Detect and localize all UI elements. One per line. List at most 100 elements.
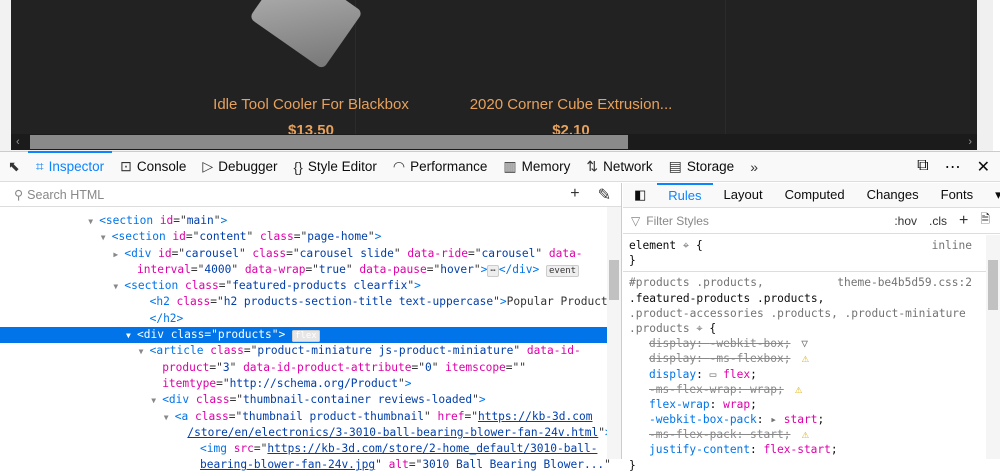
property-value[interactable]: -ms-flexbox: [710, 352, 784, 365]
product-title[interactable]: 2020 Corner Cube Extrusion...: [441, 96, 701, 113]
link-value[interactable]: https://kb-3d.com: [478, 410, 593, 423]
tree-scrollbar[interactable]: [607, 207, 621, 459]
property-value[interactable]: wrap: [750, 383, 777, 396]
tree-node[interactable]: ▼ <section id="main">: [0, 213, 607, 229]
expand-arrow-icon[interactable]: ▸: [770, 413, 783, 426]
property-value[interactable]: wrap: [723, 398, 750, 411]
vertical-scrollbar[interactable]: [977, 0, 993, 150]
eyedropper-icon[interactable]: ✎: [598, 185, 611, 205]
expanded-arrow-icon[interactable]: ▼: [88, 214, 99, 230]
tab-layout[interactable]: Layout: [713, 183, 774, 207]
tree-node[interactable]: ▼ <div class="thumbnail-container reviews…: [0, 392, 607, 408]
tree-node[interactable]: ▶ <div id="carousel" class="carousel slid…: [0, 246, 607, 262]
property-name[interactable]: -webkit-box-pack: [649, 413, 757, 426]
tree-node[interactable]: bearing-blower-fan-24v.jpg" alt="3010 Ba…: [0, 457, 611, 473]
add-rule-icon[interactable]: +: [959, 212, 968, 230]
property-name[interactable]: display: [649, 368, 696, 381]
expanded-arrow-icon[interactable]: ▼: [164, 410, 175, 426]
tab-style-editor[interactable]: {} Style Editor: [286, 152, 385, 182]
highlight-icon[interactable]: ⌖: [696, 322, 702, 335]
expanded-arrow-icon[interactable]: ▼: [126, 328, 137, 344]
tree-node[interactable]: interval="4000" data-wrap="true" data-pa…: [0, 262, 607, 278]
property-value[interactable]: start: [750, 428, 784, 441]
expanded-arrow-icon[interactable]: ▼: [101, 230, 112, 246]
filter-styles-input[interactable]: Filter Styles: [646, 214, 709, 228]
scrollbar-thumb[interactable]: [609, 260, 619, 300]
element-picker-button[interactable]: ⬉: [0, 152, 28, 182]
search-html-input[interactable]: Search HTML: [27, 188, 104, 202]
scrollbar-thumb[interactable]: [988, 260, 998, 310]
property-value[interactable]: flex-start: [764, 443, 831, 456]
tree-node[interactable]: /store/en/electronics/3-3010-ball-bearin…: [0, 425, 611, 441]
css-declaration[interactable]: flex-wrap: wrap;: [629, 397, 1000, 412]
toggle-pane-icon[interactable]: ◧: [623, 183, 657, 207]
link-value[interactable]: bearing-blower-fan-24v.jpg: [200, 458, 375, 471]
css-declaration[interactable]: -ms-flex-wrap: wrap; ⚠: [629, 382, 1000, 397]
highlight-icon[interactable]: ⌖: [683, 239, 689, 252]
collapsed-arrow-icon[interactable]: ▶: [113, 247, 124, 263]
scroll-right-icon[interactable]: ›: [968, 134, 972, 150]
chevron-down-icon[interactable]: ▾: [984, 183, 1000, 207]
tab-performance[interactable]: ◠ Performance: [385, 152, 496, 182]
cls-button[interactable]: .cls: [929, 214, 947, 228]
tab-inspector[interactable]: ⌗ Inspector: [27, 150, 113, 182]
css-declaration[interactable]: -ms-flex-pack: start; ⚠: [629, 427, 1000, 442]
badge-ellipsis[interactable]: ⋯: [487, 264, 499, 277]
property-name[interactable]: flex-wrap: [649, 398, 710, 411]
property-value[interactable]: start: [784, 413, 818, 426]
more-tabs-button[interactable]: »: [742, 152, 766, 182]
tree-node[interactable]: ▼ <section class="featured-products clear…: [0, 278, 607, 294]
link-value[interactable]: /store/en/electronics/3-3010-ball-bearin…: [187, 426, 598, 439]
tree-node[interactable]: <h2 class="h2 products-section-title tex…: [0, 294, 615, 310]
product-card[interactable]: Idle Tool Cooler For Blackbox $13.50: [11, 0, 409, 134]
dock-toggle-icon[interactable]: ⧉: [917, 157, 928, 177]
scrollbar-thumb[interactable]: [30, 135, 628, 149]
css-declaration[interactable]: display: ▭ flex;: [629, 367, 1000, 382]
tree-node[interactable]: ▼ <article class="product-miniature js-pr…: [0, 343, 607, 359]
warning-icon[interactable]: ⚠: [794, 427, 809, 442]
filter-icon[interactable]: ▽: [794, 336, 808, 351]
tab-storage[interactable]: ▤ Storage: [661, 152, 743, 182]
product-image[interactable]: [249, 0, 363, 70]
rule-source-link[interactable]: theme-be4b5d59.css:2: [837, 275, 972, 290]
tab-rules[interactable]: Rules: [657, 183, 713, 207]
more-options-icon[interactable]: ⋯: [945, 157, 961, 177]
close-icon[interactable]: ✕: [977, 157, 990, 177]
tree-node[interactable]: itemtype="http://schema.org/Product">: [0, 376, 607, 392]
warning-icon[interactable]: ⚠: [794, 351, 809, 366]
tree-node[interactable]: <img src="https://kb-3d.com/store/2-home…: [0, 441, 607, 457]
warning-icon[interactable]: ⚠: [788, 382, 802, 397]
product-card[interactable]: 2020 Corner Cube Extrusion... $2.10: [356, 0, 726, 134]
tree-node[interactable]: ▼ <a class="thumbnail product-thumbnail" …: [0, 409, 607, 425]
property-value[interactable]: flex: [723, 368, 750, 381]
property-name[interactable]: display: [649, 337, 696, 350]
hov-button[interactable]: :hov: [894, 214, 917, 228]
expanded-arrow-icon[interactable]: ▼: [113, 279, 124, 295]
css-declaration[interactable]: display: -ms-flexbox; ⚠: [629, 351, 1000, 366]
badge-event[interactable]: event: [545, 264, 580, 277]
css-declaration[interactable]: justify-content: flex-start;: [629, 442, 1000, 457]
expanded-arrow-icon[interactable]: ▼: [151, 393, 162, 409]
add-node-icon[interactable]: +: [570, 185, 579, 205]
property-value[interactable]: -webkit-box: [710, 337, 784, 350]
tab-memory[interactable]: ▥ Memory: [495, 152, 578, 182]
tab-computed[interactable]: Computed: [774, 183, 856, 207]
scroll-left-icon[interactable]: ‹: [16, 134, 20, 150]
print-stylesheet-icon[interactable]: 🗎: [980, 210, 990, 231]
tab-fonts[interactable]: Fonts: [930, 183, 985, 207]
expanded-arrow-icon[interactable]: ▼: [139, 344, 150, 360]
property-name[interactable]: justify-content: [649, 443, 750, 456]
tree-node-selected[interactable]: ▼ <div class="products"> flex: [0, 327, 607, 344]
rules-scrollbar[interactable]: [986, 235, 1000, 459]
tree-node[interactable]: </h2>: [0, 311, 607, 327]
horizontal-scrollbar[interactable]: ‹ ›: [11, 134, 977, 150]
property-name[interactable]: -ms-flex-wrap: [649, 383, 737, 396]
css-declaration[interactable]: -webkit-box-pack: ▸ start;: [629, 412, 1000, 427]
css-declaration[interactable]: display: -webkit-box; ▽: [629, 336, 1000, 351]
badge-flex[interactable]: flex: [292, 330, 320, 343]
tree-node[interactable]: product="3" data-id-product-attribute="0…: [0, 360, 607, 376]
tab-debugger[interactable]: ▷ Debugger: [194, 152, 285, 182]
flexbox-highlighter-icon[interactable]: ▭: [710, 368, 723, 381]
link-value[interactable]: https://kb-3d.com/store/2-home_default/3…: [267, 442, 597, 455]
tab-network[interactable]: ⇅ Network: [578, 152, 660, 182]
